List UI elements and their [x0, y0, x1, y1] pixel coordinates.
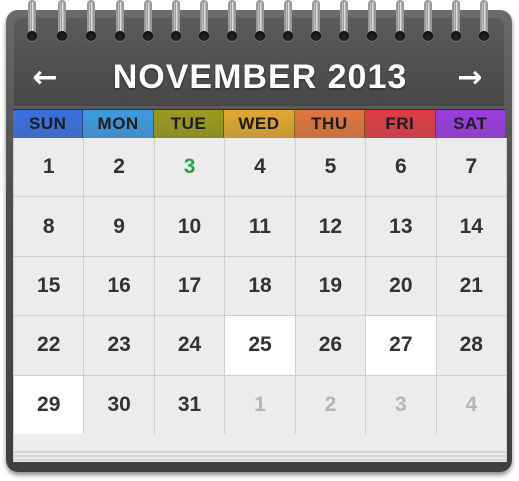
weekday-tue: TUE: [153, 110, 225, 138]
day-cell[interactable]: 24: [154, 316, 225, 375]
day-cell[interactable]: 30: [84, 375, 154, 434]
day-cell[interactable]: 27: [366, 316, 436, 375]
weekday-wed: WED: [224, 110, 295, 138]
day-cell[interactable]: 25: [225, 316, 295, 375]
page-edge-line: [14, 455, 506, 457]
day-cell-next-month[interactable]: 1: [225, 375, 295, 434]
spiral-ring: [253, 0, 267, 44]
day-cell[interactable]: 4: [225, 138, 295, 197]
day-cell-next-month[interactable]: 3: [366, 375, 436, 434]
calendar-page-stack: [13, 434, 507, 462]
page-edge-line: [14, 459, 506, 461]
day-cell[interactable]: 28: [436, 316, 506, 375]
spiral-ring: [169, 0, 183, 44]
spiral-ring: [477, 0, 491, 44]
spiral-ring: [393, 0, 407, 44]
spiral-ring: [84, 0, 98, 44]
day-cell[interactable]: 10: [154, 197, 225, 256]
day-cell[interactable]: 3: [154, 138, 225, 197]
day-cell[interactable]: 19: [295, 256, 366, 316]
weekday-header-row: SUN MON TUE WED THU FRI SAT: [13, 109, 505, 139]
day-cell[interactable]: 2: [84, 138, 154, 197]
day-cell-next-month[interactable]: 2: [295, 375, 366, 434]
spiral-ring: [281, 0, 295, 44]
day-cell[interactable]: 18: [225, 256, 295, 316]
weekday-sun: SUN: [13, 110, 84, 138]
month-year-title: NOVEMBER 2013: [112, 58, 408, 96]
day-cell[interactable]: 11: [225, 197, 295, 256]
spiral-ring: [365, 0, 379, 44]
day-cell[interactable]: 12: [295, 197, 366, 256]
day-cell[interactable]: 6: [366, 138, 436, 197]
previous-month-arrow-icon[interactable]: ←: [27, 60, 63, 96]
day-cell[interactable]: 5: [295, 138, 366, 197]
day-cell-next-month[interactable]: 4: [436, 375, 506, 434]
day-cell[interactable]: 16: [84, 256, 154, 316]
day-cell[interactable]: 15: [14, 256, 84, 316]
spiral-ring: [25, 0, 39, 44]
next-month-arrow-icon[interactable]: →: [452, 60, 488, 96]
weekday-fri: FRI: [365, 110, 436, 138]
day-cell[interactable]: 22: [14, 316, 84, 375]
spiral-ring: [141, 0, 155, 44]
day-cell[interactable]: 14: [436, 197, 506, 256]
day-cell[interactable]: 9: [84, 197, 154, 256]
spiral-ring: [225, 0, 239, 44]
day-grid: 1 2 3 4 5 6 7 8 9 10 11 12 13 14 15 16 17 18 19 20 21 22 23 24 2…: [13, 138, 507, 434]
weekday-thu: THU: [294, 110, 366, 138]
day-cell[interactable]: 29: [14, 375, 84, 434]
spiral-ring: [337, 0, 351, 44]
spiral-ring: [197, 0, 211, 44]
spiral-ring: [113, 0, 127, 44]
day-cell[interactable]: 7: [436, 138, 506, 197]
day-cell[interactable]: 23: [84, 316, 154, 375]
day-cell[interactable]: 17: [154, 256, 225, 316]
weekday-sat: SAT: [435, 110, 505, 138]
page-edge-line: [14, 451, 506, 453]
day-cell[interactable]: 26: [295, 316, 366, 375]
spiral-ring: [55, 0, 69, 44]
day-cell[interactable]: 20: [366, 256, 436, 316]
day-cell[interactable]: 13: [366, 197, 436, 256]
weekday-mon: MON: [83, 110, 154, 138]
day-cell[interactable]: 21: [436, 256, 506, 316]
day-cell[interactable]: 31: [154, 375, 225, 434]
spiral-ring: [449, 0, 463, 44]
spiral-ring: [309, 0, 323, 44]
day-cell[interactable]: 8: [14, 197, 84, 256]
day-cell[interactable]: 1: [14, 138, 84, 197]
spiral-ring: [421, 0, 435, 44]
